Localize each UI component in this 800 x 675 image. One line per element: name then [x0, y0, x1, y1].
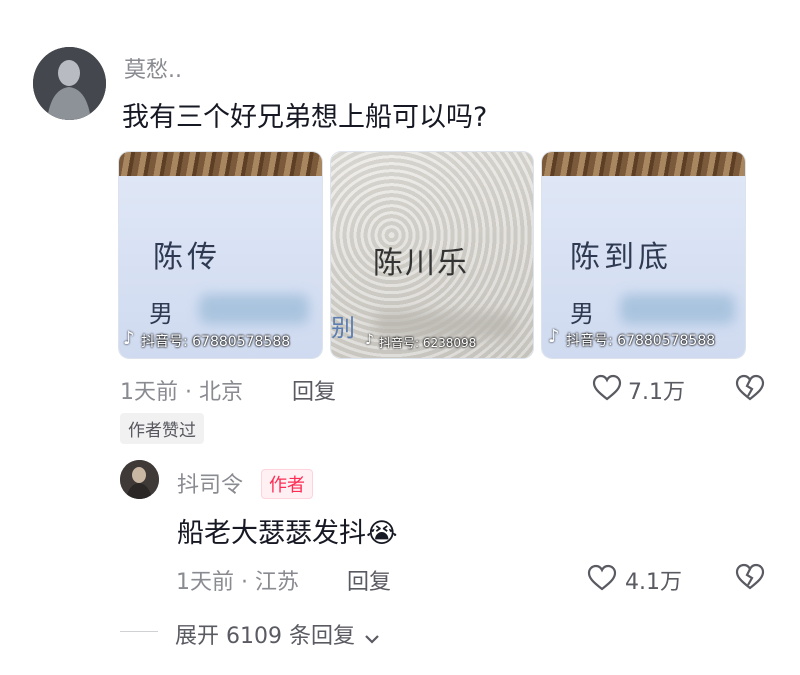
reply-like-count: 4.1万: [625, 570, 682, 595]
broken-heart-icon[interactable]: [734, 563, 766, 591]
comment-time-location: 1天前 · 北京: [120, 380, 243, 405]
expand-replies-button[interactable]: 展开 6109 条回复: [175, 618, 380, 650]
expand-replies-label: 展开 6109 条回复: [175, 624, 355, 649]
commenter-avatar[interactable]: [33, 47, 106, 120]
card-name: 陈到底: [570, 240, 672, 275]
card-name: 陈川乐: [373, 246, 469, 281]
card-name: 陈传: [153, 240, 221, 275]
chevron-down-icon: [365, 634, 379, 644]
comment-image-1[interactable]: 陈传 男 ♪ 抖音号: 67880578588: [119, 152, 322, 358]
replier-username[interactable]: 抖司令: [177, 467, 243, 499]
tiktok-logo-icon: ♪: [123, 328, 135, 349]
broken-heart-icon[interactable]: [734, 374, 766, 402]
blurred-info: [620, 294, 735, 324]
heart-icon: [587, 564, 617, 591]
reply-reply-button[interactable]: 回复: [347, 564, 391, 596]
comment-image-3[interactable]: 陈到底 男 ♪ 抖音号: 67880578588: [542, 152, 745, 358]
watermark: 抖音号: 67880578588: [141, 334, 291, 350]
comment-text: 我有三个好兄弟想上船可以吗?: [122, 102, 488, 133]
comment-image-2[interactable]: 陈川乐 别 ♪ 抖音号: 6238098: [331, 152, 533, 358]
reply-time-location: 1天前 · 江苏: [176, 570, 299, 595]
watermark: 抖音号: 6238098: [379, 336, 477, 350]
replier-avatar[interactable]: [120, 460, 159, 499]
watermark: 抖音号: 67880578588: [566, 333, 716, 349]
tiktok-logo-icon: ♪: [365, 332, 374, 348]
reply-like-button[interactable]: 4.1万: [587, 562, 687, 595]
card-gender: 男: [149, 300, 173, 328]
reply-text: 船老大瑟瑟发抖😭: [177, 511, 398, 550]
card-gender: 男: [570, 300, 594, 328]
like-button[interactable]: 7.1万: [592, 372, 692, 405]
heart-icon: [592, 374, 622, 401]
reply-text-content: 船老大瑟瑟发抖: [177, 518, 366, 549]
divider-line: [120, 631, 158, 632]
tiktok-logo-icon: ♪: [548, 326, 560, 347]
blurred-info: [199, 294, 309, 324]
card-gender: 别: [331, 314, 355, 342]
author-liked-badge: 作者赞过: [120, 413, 204, 444]
author-badge: 作者: [261, 469, 313, 499]
crying-emoji-icon: 😭: [366, 518, 398, 549]
reply-button[interactable]: 回复: [292, 374, 336, 406]
like-count: 7.1万: [628, 380, 685, 405]
commenter-username[interactable]: 莫愁..: [124, 52, 182, 84]
